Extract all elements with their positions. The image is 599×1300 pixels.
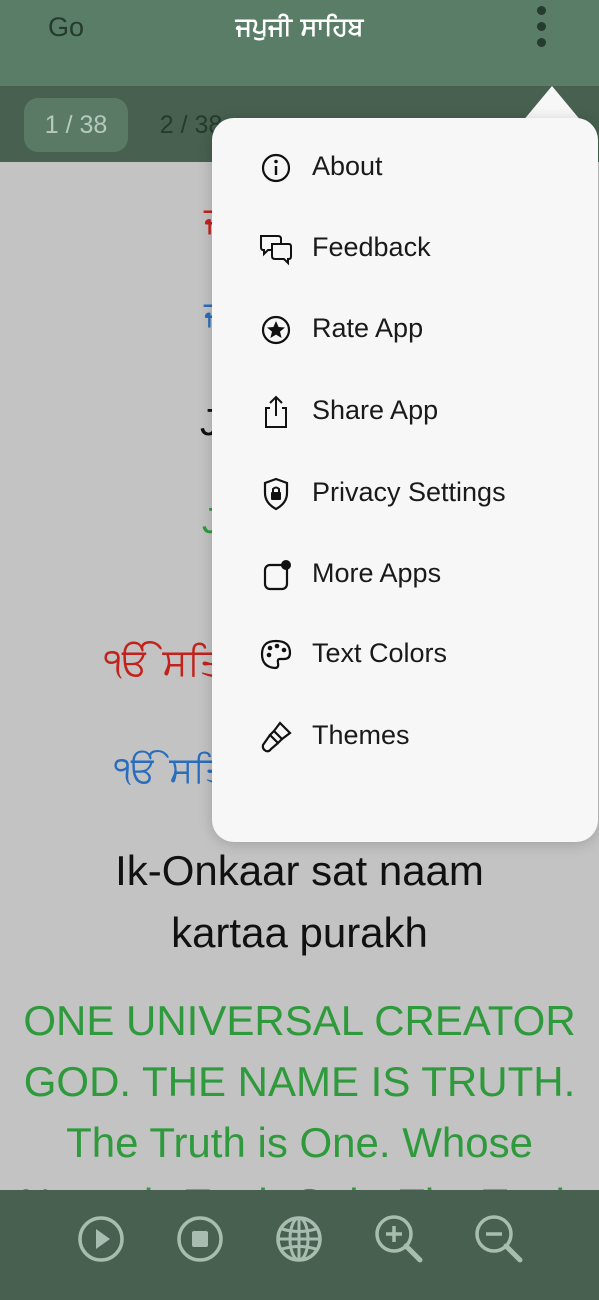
translation-line-3: The Truth is One. Whose (66, 1119, 533, 1166)
page-tab-1[interactable]: 1 / 38 (24, 98, 128, 152)
transliteration-line-1: Ik-Onkaar sat naam (115, 847, 484, 894)
menu-item-text-colors[interactable]: Text Colors (212, 623, 598, 687)
chat-bubbles-icon (258, 231, 294, 267)
menu-item-about[interactable]: About (212, 136, 598, 200)
zoom-in-icon[interactable] (370, 1210, 428, 1268)
shield-lock-icon (258, 476, 294, 512)
star-circle-icon (258, 312, 294, 348)
menu-item-more-apps[interactable]: More Apps (212, 543, 598, 607)
translation-line-2: GOD. THE NAME IS TRUTH. (23, 1058, 576, 1105)
overflow-menu: About Feedback Rate App Share App Privac… (212, 118, 598, 842)
app-badge-icon (258, 557, 294, 593)
menu-item-label: About (312, 151, 383, 181)
menu-pointer (522, 86, 582, 122)
menu-item-label: More Apps (312, 558, 442, 588)
share-icon (258, 394, 294, 430)
menu-item-privacy-settings[interactable]: Privacy Settings (212, 462, 598, 526)
palette-icon (258, 637, 294, 673)
menu-item-label: Feedback (312, 232, 431, 262)
page-title: ਜਪੁਜੀ ਸਾਹਿਬ (235, 12, 364, 41)
translation-line-4: Name is Truth Only. The Truth (20, 1173, 579, 1190)
menu-item-label: Share App (312, 395, 439, 425)
menu-item-share-app[interactable]: Share App (212, 380, 598, 444)
globe-icon[interactable] (270, 1210, 328, 1268)
menu-item-label: Rate App (312, 313, 424, 343)
more-vertical-icon[interactable] (530, 6, 554, 52)
menu-item-label: Privacy Settings (312, 477, 506, 507)
info-icon (258, 150, 294, 186)
menu-item-label: Text Colors (312, 638, 448, 668)
menu-item-feedback[interactable]: Feedback (212, 217, 598, 281)
play-icon[interactable] (72, 1210, 130, 1268)
bottom-toolbar (0, 1190, 599, 1300)
top-bar: Go ਜਪੁਜੀ ਸਾਹਿਬ (0, 0, 599, 86)
translation-line-1: ONE UNIVERSAL CREATOR (23, 997, 576, 1044)
menu-item-themes[interactable]: Themes (212, 705, 598, 769)
zoom-out-icon[interactable] (470, 1210, 528, 1268)
stop-icon[interactable] (171, 1210, 229, 1268)
paintbrush-icon (258, 719, 294, 755)
transliteration-line-2: kartaa purakh (171, 909, 428, 956)
menu-item-rate-app[interactable]: Rate App (212, 298, 598, 362)
menu-item-label: Themes (312, 720, 410, 750)
